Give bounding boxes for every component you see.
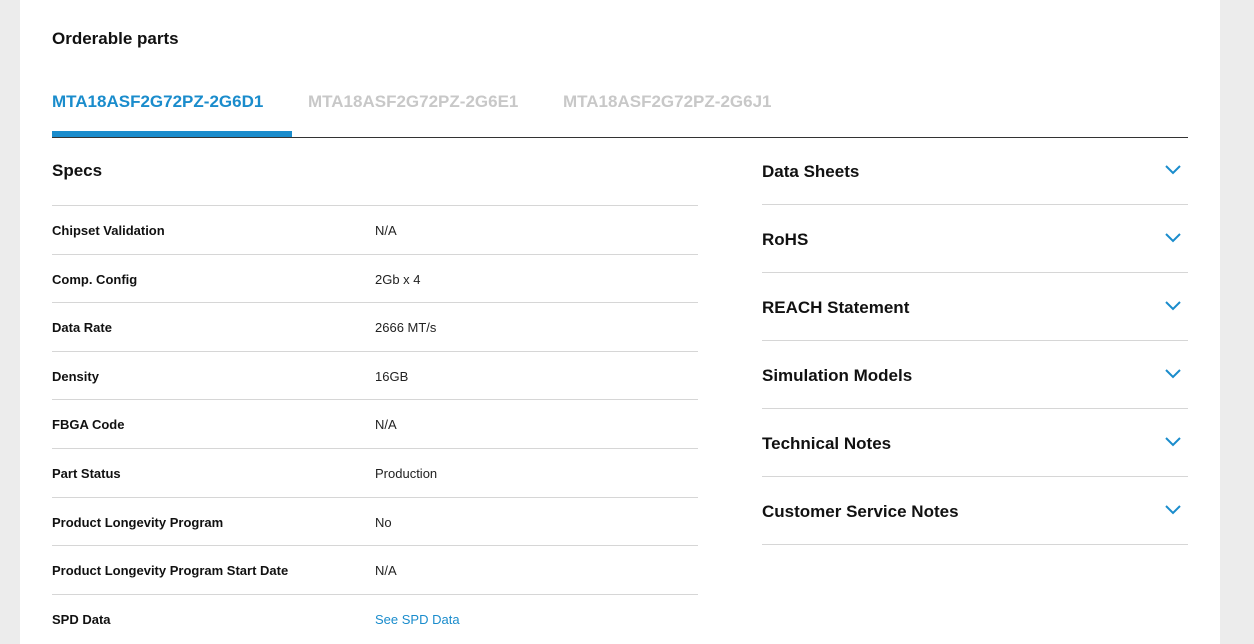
spec-row: Part Status Production [52,447,698,497]
spec-value: N/A [375,223,397,238]
chevron-down-icon[interactable] [1164,300,1182,312]
spec-row: FBGA Code N/A [52,399,698,448]
accordion-label: Customer Service Notes [762,502,959,521]
spec-row: Product Longevity Program Start Date N/A [52,545,698,594]
tab-mta18asf2g72pz-2g6j1[interactable]: MTA18ASF2G72PZ-2G6J1 [563,92,771,112]
section-heading: Orderable parts [52,29,179,48]
spec-row: SPD Data See SPD Data [52,593,698,643]
spec-row: Data Rate 2666 MT/s [52,302,698,351]
spec-label: FBGA Code [52,417,125,433]
accordion-rohs[interactable]: RoHS [762,205,1188,273]
accordion-simulation-models[interactable]: Simulation Models [762,341,1188,409]
see-spd-data-link[interactable]: See SPD Data [375,612,460,627]
spec-value: N/A [375,417,397,433]
accordion-label: Simulation Models [762,366,913,385]
spec-label: Comp. Config [52,271,138,287]
spec-label: Product Longevity Program Start Date [52,563,289,579]
accordion-label: RoHS [762,230,809,249]
spec-row: Density 16GB [52,350,698,400]
chevron-down-icon[interactable] [1164,368,1182,380]
spec-row: Chipset Validation N/A [52,205,698,254]
accordion-data-sheets[interactable]: Data Sheets [762,137,1188,205]
spec-value: 16GB [375,368,409,384]
spec-label: Data Rate [52,320,112,336]
tab-mta18asf2g72pz-2g6e1[interactable]: MTA18ASF2G72PZ-2G6E1 [308,92,518,112]
orderable-parts-card: Orderable parts MTA18ASF2G72PZ-2G6D1 MTA… [20,0,1220,644]
accordion-label: Technical Notes [762,434,892,453]
chevron-down-icon[interactable] [1164,232,1182,244]
spec-value: 2666 MT/s [375,320,437,336]
spec-row: Comp. Config 2Gb x 4 [52,253,698,303]
spec-label: Product Longevity Program [52,514,224,530]
accordion-reach-statement[interactable]: REACH Statement [762,273,1188,341]
spec-value: 2Gb x 4 [375,271,421,287]
spec-label: SPD Data [52,611,111,627]
part-tabs: MTA18ASF2G72PZ-2G6D1 MTA18ASF2G72PZ-2G6E… [52,80,1188,138]
accordion-customer-service-notes[interactable]: Customer Service Notes [762,477,1188,545]
specs-table: Chipset Validation N/A Comp. Config 2Gb … [52,205,698,642]
spec-row: Product Longevity Program No [52,496,698,546]
spec-label: Density [52,368,99,384]
spec-value: Production [375,465,438,481]
chevron-down-icon[interactable] [1164,164,1182,176]
spec-label: Chipset Validation [52,223,165,238]
accordion-label: Data Sheets [762,162,860,181]
spec-label: Part Status [52,465,121,481]
accordion-label: REACH Statement [762,298,910,317]
chevron-down-icon[interactable] [1164,504,1182,516]
documents-accordion: Data Sheets RoHS REACH Statement Simulat… [762,137,1188,545]
active-tab-indicator [52,131,292,137]
specs-title: Specs [52,161,103,180]
spec-value: N/A [375,563,397,579]
tab-mta18asf2g72pz-2g6d1[interactable]: MTA18ASF2G72PZ-2G6D1 [52,92,263,112]
accordion-technical-notes[interactable]: Technical Notes [762,409,1188,477]
spec-value: No [375,514,392,530]
chevron-down-icon[interactable] [1164,436,1182,448]
